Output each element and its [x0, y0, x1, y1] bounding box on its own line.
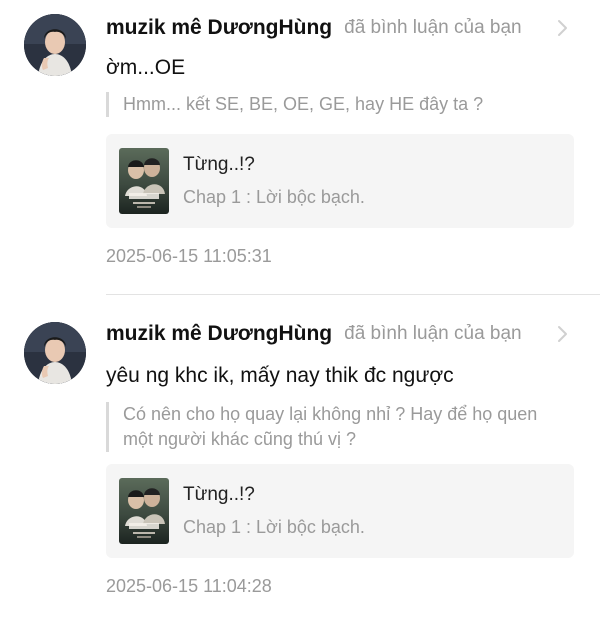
divider	[106, 294, 600, 295]
notification-header: muzik mê DươngHùng đã bình luận của bạn	[106, 14, 576, 42]
action-text: đã bình luận của bạn	[344, 323, 522, 344]
notification-item[interactable]: muzik mê DươngHùng đã bình luận của bạn …	[0, 0, 600, 296]
timestamp: 2025-06-15 11:04:28	[106, 576, 272, 596]
notification-item[interactable]: muzik mê DươngHùng đã bình luận của bạn …	[0, 296, 600, 620]
action-text: đã bình luận của bạn	[344, 17, 522, 38]
story-title: Từng..!?	[183, 154, 255, 175]
comment-text: yêu ng khc ik, mấy nay thik đc ngược	[106, 364, 454, 387]
notification-header: muzik mê DươngHùng đã bình luận của bạn	[106, 320, 576, 348]
story-title: Từng..!?	[183, 484, 255, 505]
comment-text: ờm...OE	[106, 56, 186, 79]
avatar[interactable]	[24, 14, 86, 76]
book-cover	[119, 478, 169, 544]
chevron-right-icon[interactable]	[554, 324, 572, 344]
story-card[interactable]: Từng..!? Chap 1 : Lời bộc bạch.	[106, 464, 574, 558]
quoted-comment: Hmm... kết SE, BE, OE, GE, hay HE đây ta…	[106, 92, 553, 117]
story-chapter: Chap 1 : Lời bộc bạch.	[183, 187, 365, 207]
timestamp: 2025-06-15 11:05:31	[106, 246, 272, 266]
book-cover	[119, 148, 169, 214]
story-chapter: Chap 1 : Lời bộc bạch.	[183, 517, 365, 537]
chevron-right-icon[interactable]	[554, 18, 572, 38]
story-card[interactable]: Từng..!? Chap 1 : Lời bộc bạch.	[106, 134, 574, 228]
username[interactable]: muzik mê DươngHùng	[106, 16, 332, 40]
quoted-comment: Có nên cho họ quay lại không nhỉ ? Hay đ…	[106, 402, 553, 452]
username[interactable]: muzik mê DươngHùng	[106, 322, 332, 346]
avatar[interactable]	[24, 322, 86, 384]
notification-list: muzik mê DươngHùng đã bình luận của bạn …	[0, 0, 600, 620]
